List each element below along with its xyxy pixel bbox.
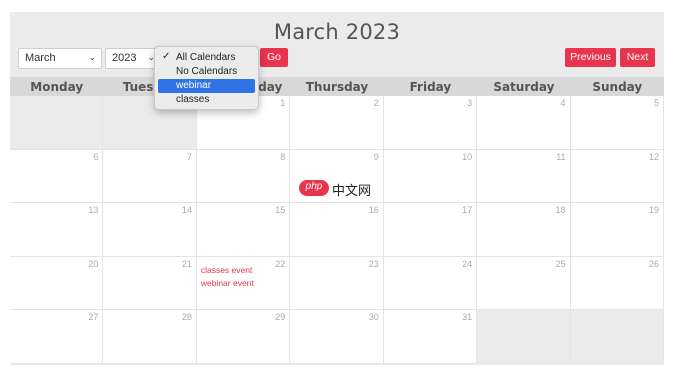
calendar-grid: MondayTuesdayWednesdayThursdayFridaySatu… xyxy=(10,77,664,364)
day-number: 23 xyxy=(368,258,379,269)
day-number: 7 xyxy=(186,151,192,162)
day-number: 28 xyxy=(181,312,192,322)
checkmark-icon: ✓ xyxy=(162,51,171,62)
day-number: 25 xyxy=(555,258,566,269)
day-cell[interactable]: 6 xyxy=(10,149,104,203)
day-cell[interactable]: 24 xyxy=(383,256,478,310)
day-number: 21 xyxy=(181,258,192,269)
day-number: 22 xyxy=(275,258,286,269)
day-cell[interactable]: 19 xyxy=(570,203,664,257)
day-cell[interactable]: 8 xyxy=(196,149,291,203)
day-number: 8 xyxy=(280,151,286,162)
day-number: 31 xyxy=(462,312,473,322)
filter-option-label: All Calendars xyxy=(176,52,236,63)
day-cell[interactable]: 10 xyxy=(383,149,478,203)
day-number: 30 xyxy=(368,312,379,322)
day-cell[interactable]: 29 xyxy=(196,310,291,364)
watermark-logo: php xyxy=(299,180,329,196)
calendar-event[interactable]: classes event xyxy=(201,265,253,275)
weekday-thursday: Thursday xyxy=(305,80,369,94)
day-cell[interactable]: 25 xyxy=(477,256,571,310)
empty-day-cell xyxy=(477,310,571,364)
day-number: 29 xyxy=(275,312,286,322)
year-select[interactable]: 2023 ⌄ xyxy=(105,48,161,69)
day-number: 27 xyxy=(88,312,99,322)
weekday-saturday: Saturday xyxy=(493,80,555,94)
day-number: 9 xyxy=(373,151,379,162)
day-number: 20 xyxy=(88,258,99,269)
weekday-sunday: Sunday xyxy=(592,80,643,94)
day-number: 10 xyxy=(462,151,473,162)
calendar-weeks: 1 2 3 4 5 6 7 8 9 10 11 12 13 14 15 16 17 18 19 20 21 22 class… xyxy=(10,96,664,364)
day-cell[interactable]: 14 xyxy=(103,203,197,257)
day-cell[interactable]: 21 xyxy=(103,256,197,310)
watermark: php 中文网 xyxy=(299,180,383,198)
calendar-filter-dropdown[interactable]: ✓ All Calendars No Calendars webinar classes xyxy=(154,46,259,110)
day-number: 15 xyxy=(275,205,286,215)
day-cell[interactable]: 28 xyxy=(103,310,197,364)
empty-day-cell xyxy=(10,96,104,150)
calendar-event[interactable]: webinar event xyxy=(201,278,254,288)
weekday-monday: Monday xyxy=(30,80,84,94)
month-select[interactable]: March ⌄ xyxy=(18,48,102,69)
day-number: 3 xyxy=(467,98,473,108)
day-number: 16 xyxy=(368,205,379,215)
weekday-header: MondayTuesdayWednesdayThursdayFridaySatu… xyxy=(10,77,664,96)
weekday-friday: Friday xyxy=(409,80,452,94)
next-button[interactable]: Next xyxy=(620,48,655,67)
day-number: 24 xyxy=(462,258,473,269)
empty-day-cell xyxy=(570,310,664,364)
day-cell[interactable]: 16 xyxy=(290,203,384,257)
day-number: 13 xyxy=(88,205,99,215)
day-number: 5 xyxy=(653,98,659,108)
day-cell[interactable]: 4 xyxy=(477,96,571,150)
day-cell[interactable]: 7 xyxy=(103,149,197,203)
day-number: 19 xyxy=(648,205,659,215)
filter-option[interactable]: ✓ All Calendars xyxy=(158,51,255,65)
day-cell[interactable]: 18 xyxy=(477,203,571,257)
day-number: 6 xyxy=(93,151,99,162)
day-cell[interactable]: 30 xyxy=(290,310,384,364)
day-cell[interactable]: 20 xyxy=(10,256,104,310)
filter-option-label: webinar xyxy=(176,80,212,91)
day-number: 14 xyxy=(181,205,192,215)
day-number: 11 xyxy=(556,151,566,162)
day-number: 18 xyxy=(555,205,566,215)
day-cell[interactable]: 17 xyxy=(383,203,478,257)
day-cell[interactable]: 15 xyxy=(196,203,291,257)
day-number: 26 xyxy=(648,258,659,269)
filter-option-label: No Calendars xyxy=(176,66,238,77)
day-cell[interactable]: 5 xyxy=(570,96,664,150)
day-number: 17 xyxy=(462,205,473,215)
watermark-text: 中文网 xyxy=(332,183,372,198)
day-cell[interactable]: 13 xyxy=(10,203,104,257)
filter-option[interactable]: webinar xyxy=(158,79,255,93)
chevron-down-icon: ⌄ xyxy=(88,52,96,62)
day-number: 1 xyxy=(280,98,286,108)
go-button[interactable]: Go xyxy=(260,48,288,67)
day-cell[interactable]: 11 xyxy=(477,149,571,203)
day-cell[interactable]: 22 classes event webinar event xyxy=(196,256,291,310)
day-cell[interactable]: 26 xyxy=(570,256,664,310)
month-title: March 2023 xyxy=(273,20,401,44)
day-number: 2 xyxy=(373,98,379,108)
month-select-value: March xyxy=(25,52,56,64)
day-cell[interactable]: 2 xyxy=(290,96,384,150)
filter-option-label: classes xyxy=(176,94,210,105)
day-number: 12 xyxy=(648,151,659,162)
year-select-value: 2023 xyxy=(112,52,137,64)
filter-option[interactable]: classes xyxy=(158,93,255,107)
day-cell[interactable]: 27 xyxy=(10,310,104,364)
previous-button[interactable]: Previous xyxy=(565,48,616,67)
day-cell[interactable]: 31 xyxy=(383,310,478,364)
filter-option[interactable]: No Calendars xyxy=(158,65,255,79)
day-number: 4 xyxy=(560,98,566,108)
day-cell[interactable]: 23 xyxy=(290,256,384,310)
day-cell[interactable]: 3 xyxy=(383,96,478,150)
day-cell[interactable]: 12 xyxy=(570,149,664,203)
